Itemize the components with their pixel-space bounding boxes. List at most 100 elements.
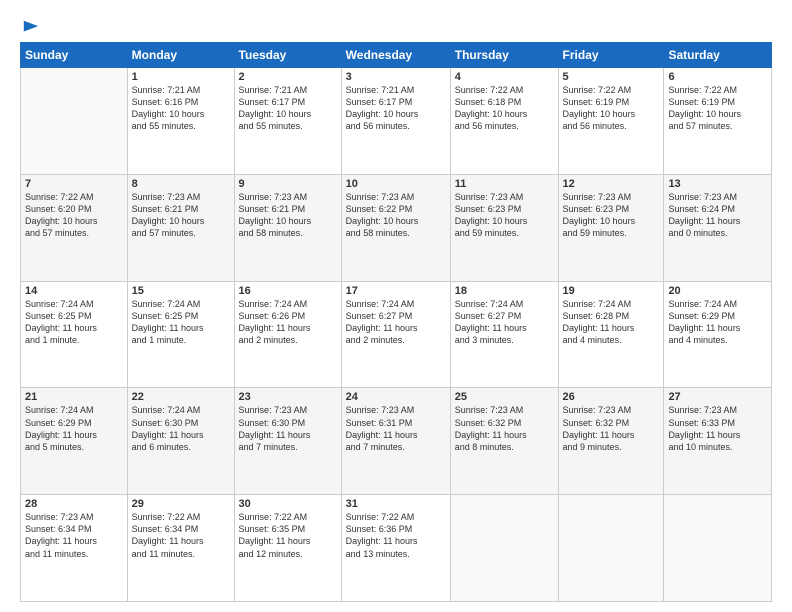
day-info: Sunrise: 7:24 AM Sunset: 6:26 PM Dayligh… <box>239 298 337 347</box>
calendar-cell: 21Sunrise: 7:24 AM Sunset: 6:29 PM Dayli… <box>21 388 128 495</box>
day-info: Sunrise: 7:22 AM Sunset: 6:20 PM Dayligh… <box>25 191 123 240</box>
day-number: 2 <box>239 71 337 83</box>
day-info: Sunrise: 7:24 AM Sunset: 6:27 PM Dayligh… <box>455 298 554 347</box>
calendar-cell: 20Sunrise: 7:24 AM Sunset: 6:29 PM Dayli… <box>664 281 772 388</box>
calendar-cell: 7Sunrise: 7:22 AM Sunset: 6:20 PM Daylig… <box>21 174 128 281</box>
calendar-cell: 8Sunrise: 7:23 AM Sunset: 6:21 PM Daylig… <box>127 174 234 281</box>
day-info: Sunrise: 7:23 AM Sunset: 6:23 PM Dayligh… <box>563 191 660 240</box>
day-info: Sunrise: 7:24 AM Sunset: 6:25 PM Dayligh… <box>25 298 123 347</box>
day-number: 27 <box>668 391 767 403</box>
day-info: Sunrise: 7:23 AM Sunset: 6:31 PM Dayligh… <box>346 404 446 453</box>
day-info: Sunrise: 7:24 AM Sunset: 6:28 PM Dayligh… <box>563 298 660 347</box>
day-info: Sunrise: 7:23 AM Sunset: 6:34 PM Dayligh… <box>25 511 123 560</box>
calendar-cell <box>21 68 128 175</box>
calendar-cell: 4Sunrise: 7:22 AM Sunset: 6:18 PM Daylig… <box>450 68 558 175</box>
calendar-week-row: 28Sunrise: 7:23 AM Sunset: 6:34 PM Dayli… <box>21 495 772 602</box>
calendar-cell: 18Sunrise: 7:24 AM Sunset: 6:27 PM Dayli… <box>450 281 558 388</box>
day-info: Sunrise: 7:21 AM Sunset: 6:17 PM Dayligh… <box>346 84 446 133</box>
day-number: 7 <box>25 178 123 190</box>
day-info: Sunrise: 7:23 AM Sunset: 6:24 PM Dayligh… <box>668 191 767 240</box>
calendar-cell: 3Sunrise: 7:21 AM Sunset: 6:17 PM Daylig… <box>341 68 450 175</box>
calendar-cell <box>664 495 772 602</box>
day-number: 5 <box>563 71 660 83</box>
calendar-cell: 11Sunrise: 7:23 AM Sunset: 6:23 PM Dayli… <box>450 174 558 281</box>
logo <box>20 18 40 32</box>
day-number: 23 <box>239 391 337 403</box>
day-number: 24 <box>346 391 446 403</box>
day-number: 25 <box>455 391 554 403</box>
day-number: 29 <box>132 498 230 510</box>
calendar-cell <box>558 495 664 602</box>
day-number: 26 <box>563 391 660 403</box>
day-info: Sunrise: 7:23 AM Sunset: 6:33 PM Dayligh… <box>668 404 767 453</box>
calendar-cell: 30Sunrise: 7:22 AM Sunset: 6:35 PM Dayli… <box>234 495 341 602</box>
day-number: 6 <box>668 71 767 83</box>
day-info: Sunrise: 7:22 AM Sunset: 6:18 PM Dayligh… <box>455 84 554 133</box>
calendar-cell: 23Sunrise: 7:23 AM Sunset: 6:30 PM Dayli… <box>234 388 341 495</box>
calendar-week-row: 21Sunrise: 7:24 AM Sunset: 6:29 PM Dayli… <box>21 388 772 495</box>
calendar-cell: 12Sunrise: 7:23 AM Sunset: 6:23 PM Dayli… <box>558 174 664 281</box>
calendar-cell: 10Sunrise: 7:23 AM Sunset: 6:22 PM Dayli… <box>341 174 450 281</box>
day-of-week-header: Sunday <box>21 43 128 68</box>
calendar-cell: 27Sunrise: 7:23 AM Sunset: 6:33 PM Dayli… <box>664 388 772 495</box>
calendar-cell: 9Sunrise: 7:23 AM Sunset: 6:21 PM Daylig… <box>234 174 341 281</box>
calendar-cell <box>450 495 558 602</box>
calendar-week-row: 14Sunrise: 7:24 AM Sunset: 6:25 PM Dayli… <box>21 281 772 388</box>
calendar-cell: 29Sunrise: 7:22 AM Sunset: 6:34 PM Dayli… <box>127 495 234 602</box>
day-number: 31 <box>346 498 446 510</box>
day-info: Sunrise: 7:22 AM Sunset: 6:35 PM Dayligh… <box>239 511 337 560</box>
day-info: Sunrise: 7:21 AM Sunset: 6:17 PM Dayligh… <box>239 84 337 133</box>
day-info: Sunrise: 7:24 AM Sunset: 6:27 PM Dayligh… <box>346 298 446 347</box>
day-number: 18 <box>455 285 554 297</box>
day-of-week-header: Wednesday <box>341 43 450 68</box>
day-number: 20 <box>668 285 767 297</box>
day-number: 4 <box>455 71 554 83</box>
day-number: 11 <box>455 178 554 190</box>
day-number: 9 <box>239 178 337 190</box>
calendar-cell: 1Sunrise: 7:21 AM Sunset: 6:16 PM Daylig… <box>127 68 234 175</box>
calendar-header-row: SundayMondayTuesdayWednesdayThursdayFrid… <box>21 43 772 68</box>
day-info: Sunrise: 7:23 AM Sunset: 6:32 PM Dayligh… <box>563 404 660 453</box>
calendar-table: SundayMondayTuesdayWednesdayThursdayFrid… <box>20 42 772 602</box>
calendar-cell: 22Sunrise: 7:24 AM Sunset: 6:30 PM Dayli… <box>127 388 234 495</box>
day-info: Sunrise: 7:21 AM Sunset: 6:16 PM Dayligh… <box>132 84 230 133</box>
day-info: Sunrise: 7:22 AM Sunset: 6:34 PM Dayligh… <box>132 511 230 560</box>
day-info: Sunrise: 7:23 AM Sunset: 6:23 PM Dayligh… <box>455 191 554 240</box>
day-info: Sunrise: 7:22 AM Sunset: 6:19 PM Dayligh… <box>563 84 660 133</box>
page: SundayMondayTuesdayWednesdayThursdayFrid… <box>0 0 792 612</box>
day-number: 19 <box>563 285 660 297</box>
day-info: Sunrise: 7:23 AM Sunset: 6:22 PM Dayligh… <box>346 191 446 240</box>
day-info: Sunrise: 7:23 AM Sunset: 6:21 PM Dayligh… <box>239 191 337 240</box>
day-info: Sunrise: 7:24 AM Sunset: 6:30 PM Dayligh… <box>132 404 230 453</box>
calendar-cell: 13Sunrise: 7:23 AM Sunset: 6:24 PM Dayli… <box>664 174 772 281</box>
day-number: 13 <box>668 178 767 190</box>
calendar-cell: 16Sunrise: 7:24 AM Sunset: 6:26 PM Dayli… <box>234 281 341 388</box>
day-number: 21 <box>25 391 123 403</box>
day-number: 30 <box>239 498 337 510</box>
day-info: Sunrise: 7:23 AM Sunset: 6:21 PM Dayligh… <box>132 191 230 240</box>
day-of-week-header: Friday <box>558 43 664 68</box>
calendar-week-row: 7Sunrise: 7:22 AM Sunset: 6:20 PM Daylig… <box>21 174 772 281</box>
logo-flag-icon <box>22 18 40 36</box>
day-info: Sunrise: 7:22 AM Sunset: 6:19 PM Dayligh… <box>668 84 767 133</box>
calendar-cell: 24Sunrise: 7:23 AM Sunset: 6:31 PM Dayli… <box>341 388 450 495</box>
day-info: Sunrise: 7:23 AM Sunset: 6:30 PM Dayligh… <box>239 404 337 453</box>
calendar-cell: 15Sunrise: 7:24 AM Sunset: 6:25 PM Dayli… <box>127 281 234 388</box>
day-number: 28 <box>25 498 123 510</box>
calendar-cell: 14Sunrise: 7:24 AM Sunset: 6:25 PM Dayli… <box>21 281 128 388</box>
day-number: 3 <box>346 71 446 83</box>
day-info: Sunrise: 7:24 AM Sunset: 6:25 PM Dayligh… <box>132 298 230 347</box>
calendar-cell: 28Sunrise: 7:23 AM Sunset: 6:34 PM Dayli… <box>21 495 128 602</box>
day-info: Sunrise: 7:23 AM Sunset: 6:32 PM Dayligh… <box>455 404 554 453</box>
day-number: 12 <box>563 178 660 190</box>
day-number: 17 <box>346 285 446 297</box>
calendar-cell: 17Sunrise: 7:24 AM Sunset: 6:27 PM Dayli… <box>341 281 450 388</box>
header <box>20 18 772 32</box>
day-number: 16 <box>239 285 337 297</box>
calendar-week-row: 1Sunrise: 7:21 AM Sunset: 6:16 PM Daylig… <box>21 68 772 175</box>
day-number: 22 <box>132 391 230 403</box>
day-of-week-header: Monday <box>127 43 234 68</box>
calendar-cell: 25Sunrise: 7:23 AM Sunset: 6:32 PM Dayli… <box>450 388 558 495</box>
day-of-week-header: Tuesday <box>234 43 341 68</box>
calendar-cell: 5Sunrise: 7:22 AM Sunset: 6:19 PM Daylig… <box>558 68 664 175</box>
